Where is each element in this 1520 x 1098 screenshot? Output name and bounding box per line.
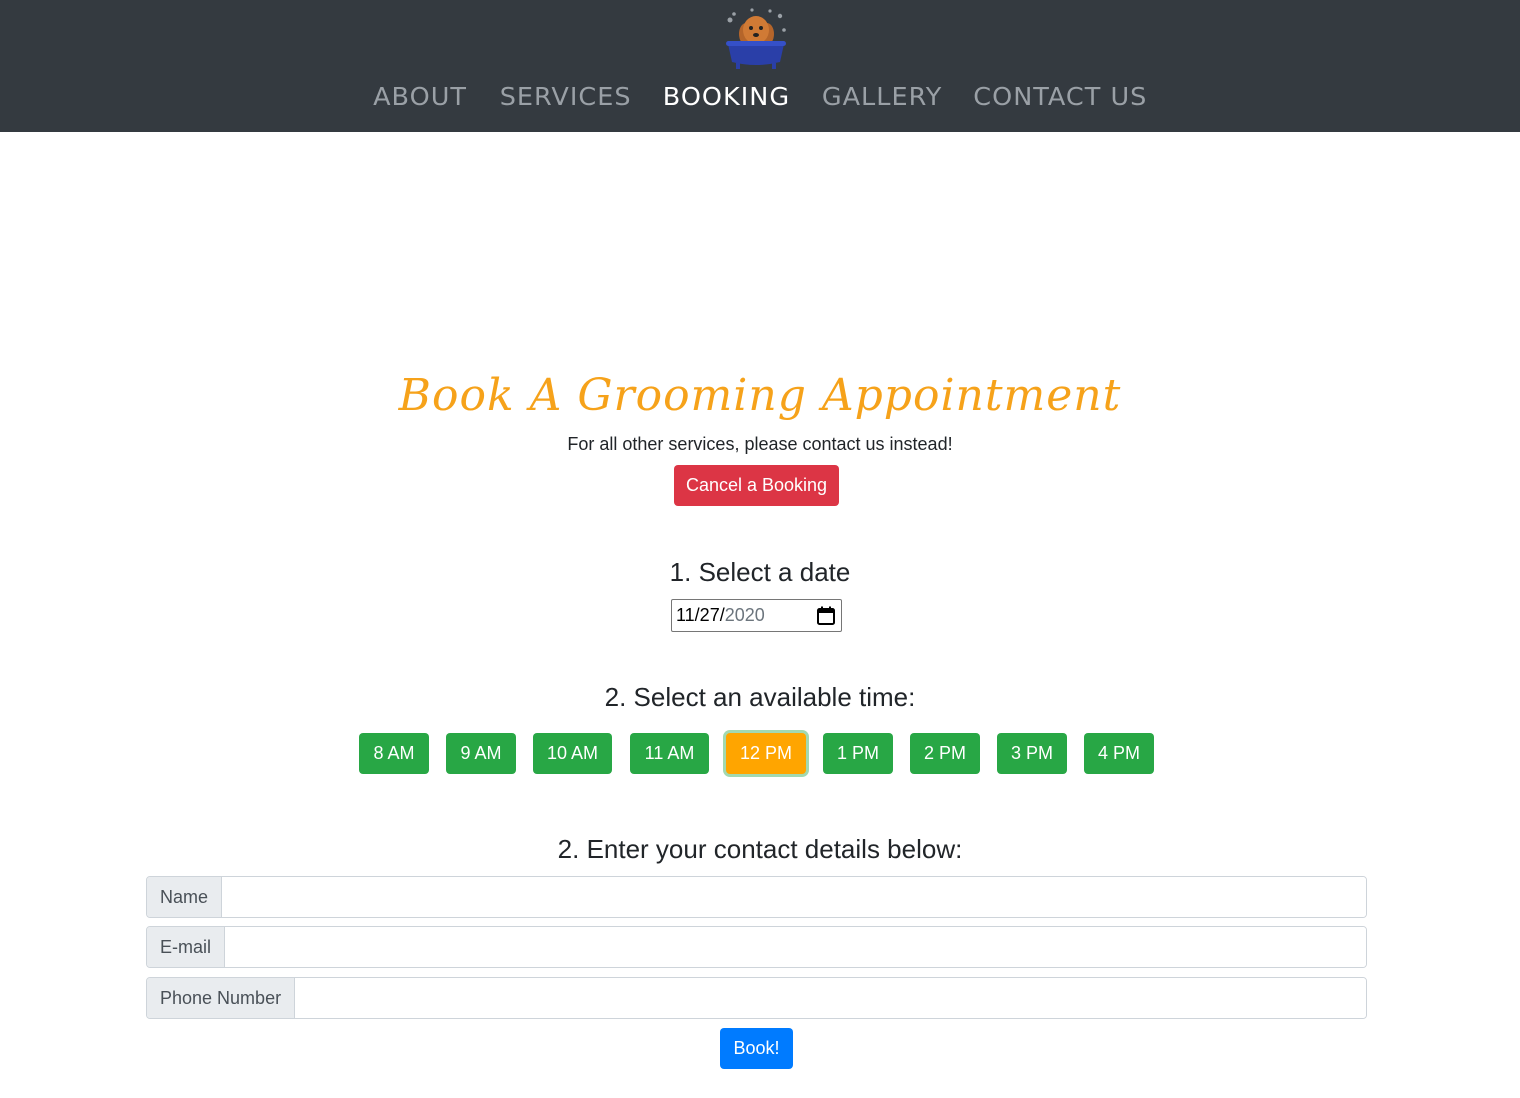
book-button[interactable]: Book! [720,1028,793,1069]
email-label: E-mail [147,927,226,967]
date-input[interactable]: 11/27/2020 [671,599,842,632]
step-time-title: 2. Select an available time: [604,682,916,712]
calendar-icon[interactable] [817,606,835,625]
step-contact-title: 2. Enter your contact details below: [557,834,963,864]
phone-field[interactable] [295,978,1366,1018]
time-slot-9am[interactable]: 9 AM [446,733,516,774]
date-month-day: 11/27/ [676,605,725,625]
name-field[interactable] [222,877,1366,917]
time-slot-2pm[interactable]: 2 PM [910,733,980,774]
nav-menu: ABOUT SERVICES BOOKING GALLERY CONTACT U… [0,76,1520,116]
nav-item-contact-us[interactable]: CONTACT US [956,82,1165,111]
step-date-title: 1. Select a date [669,557,851,587]
nav-item-gallery[interactable]: GALLERY [804,82,959,111]
name-label: Name [147,877,223,917]
nav-item-booking[interactable]: BOOKING [645,82,807,111]
phone-label: Phone Number [147,978,296,1018]
email-input-group: E-mail [146,926,1367,968]
page-title: Book A Grooming Appointment [398,370,1122,421]
email-field[interactable] [225,927,1366,967]
time-slot-3pm[interactable]: 3 PM [997,733,1067,774]
time-slot-11am[interactable]: 11 AM [630,733,709,774]
time-slot-4pm[interactable]: 4 PM [1084,733,1154,774]
dog-bath-logo-icon[interactable] [722,6,790,72]
time-slot-12pm[interactable]: 12 PM [726,733,806,774]
phone-input-group: Phone Number [146,977,1367,1019]
name-input-group: Name [146,876,1367,918]
time-slot-8am[interactable]: 8 AM [359,733,429,774]
date-year: 2020 [724,605,765,625]
navbar: ABOUT SERVICES BOOKING GALLERY CONTACT U… [0,0,1520,132]
cancel-booking-button[interactable]: Cancel a Booking [674,465,839,506]
page-subtitle: For all other services, please contact u… [567,434,953,454]
nav-item-services[interactable]: SERVICES [482,82,649,111]
nav-item-about[interactable]: ABOUT [356,82,485,111]
time-slot-1pm[interactable]: 1 PM [823,733,893,774]
time-slot-list: 8 AM 9 AM 10 AM 11 AM 12 PM 1 PM 2 PM 3 … [0,733,1520,774]
time-slot-10am[interactable]: 10 AM [533,733,612,774]
